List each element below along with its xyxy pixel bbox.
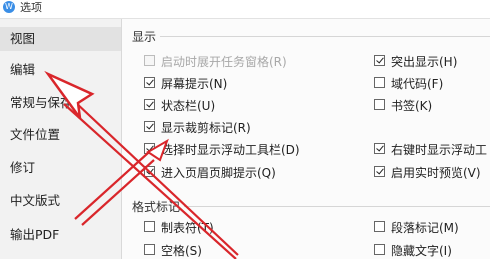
option-label: 空格(S) xyxy=(161,244,202,258)
checkbox[interactable] xyxy=(144,55,155,66)
option-label: 制表符(T) xyxy=(161,221,214,235)
sidebar-item-edit[interactable]: 编辑 xyxy=(0,58,121,82)
app-logo-icon: W xyxy=(3,1,15,13)
checkbox[interactable] xyxy=(144,143,155,154)
checkbox[interactable] xyxy=(374,99,385,110)
section-title-display: 显示 xyxy=(132,30,157,44)
option-label: 隐藏文字(I) xyxy=(391,244,452,258)
sidebar-item-general-save[interactable]: 常规与保存 xyxy=(0,91,121,115)
checkbox[interactable] xyxy=(374,221,385,232)
option-label: 屏幕提示(N) xyxy=(161,77,228,91)
checkbox[interactable] xyxy=(144,166,155,177)
checkbox[interactable] xyxy=(374,166,385,177)
checkbox[interactable] xyxy=(144,99,155,110)
checkbox[interactable] xyxy=(144,121,155,132)
option-label: 状态栏(U) xyxy=(161,99,216,113)
option-label: 突出显示(H) xyxy=(391,55,458,69)
checkbox[interactable] xyxy=(374,143,385,154)
checkbox[interactable] xyxy=(374,55,385,66)
checkbox[interactable] xyxy=(144,221,155,232)
option-label: 启用实时预览(V) xyxy=(391,166,481,180)
sidebar-item-view[interactable]: 视图 xyxy=(0,27,121,51)
checkbox[interactable] xyxy=(374,77,385,88)
option-label: 进入页眉页脚提示(Q) xyxy=(161,166,276,180)
option-label: 段落标记(M) xyxy=(391,221,459,235)
section-divider xyxy=(160,36,490,37)
option-label: 书签(K) xyxy=(391,99,433,113)
checkbox[interactable] xyxy=(144,77,155,88)
checkbox[interactable] xyxy=(374,244,385,255)
option-label: 右键时显示浮动工 xyxy=(391,143,488,157)
option-label: 选择时显示浮动工具栏(D) xyxy=(161,143,300,157)
checkbox[interactable] xyxy=(144,244,155,255)
option-label: 显示裁剪标记(R) xyxy=(161,121,251,135)
option-label: 域代码(F) xyxy=(391,77,444,91)
sidebar-item-revision[interactable]: 修订 xyxy=(0,156,121,180)
options-sidebar: 视图 编辑 常规与保存 文件位置 修订 中文版式 输出PDF xyxy=(0,19,122,259)
sidebar-item-chinese-layout[interactable]: 中文版式 xyxy=(0,189,121,213)
window-title: 选项 xyxy=(20,1,42,14)
sidebar-item-file-location[interactable]: 文件位置 xyxy=(0,123,121,147)
title-bar: W 选项 xyxy=(0,0,490,19)
option-label: 启动时展开任务窗格(R) xyxy=(161,55,287,69)
section-divider xyxy=(184,206,490,207)
options-content: 显示 启动时展开任务窗格(R) 屏幕提示(N) 状态栏(U) 显示裁剪标记(R)… xyxy=(122,19,490,259)
section-title-format-marks: 格式标记 xyxy=(132,200,181,214)
sidebar-item-output-pdf[interactable]: 输出PDF xyxy=(0,223,121,247)
